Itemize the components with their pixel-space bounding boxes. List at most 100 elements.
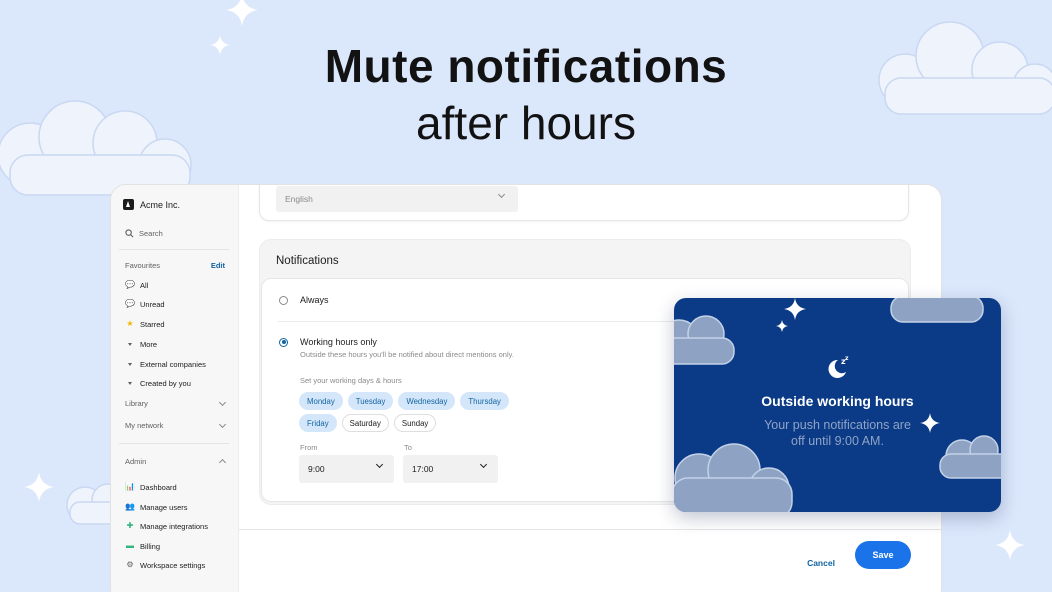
- star-icon: ★: [126, 319, 134, 328]
- save-button[interactable]: Save: [855, 541, 911, 569]
- sidebar-item-label: Manage users: [140, 502, 188, 512]
- sidebar-item-label: Billing: [140, 541, 161, 551]
- divider: [119, 249, 229, 250]
- sidebar-item-billing[interactable]: ▬ Billing: [125, 541, 160, 551]
- day-chip-friday[interactable]: Friday: [299, 414, 337, 432]
- users-icon: 👥: [125, 502, 135, 511]
- option-working-hours[interactable]: Working hours only: [279, 337, 377, 347]
- favourites-label: Favourites: [125, 261, 161, 270]
- day-chip-thursday[interactable]: Thursday: [460, 392, 509, 410]
- from-time-select[interactable]: 9:00: [299, 455, 394, 483]
- sparkle-icon: [784, 298, 806, 320]
- sidebar-item-label: All: [140, 280, 149, 290]
- day-chip-tuesday[interactable]: Tuesday: [347, 392, 394, 410]
- footer-bar: Cancel Save: [239, 529, 941, 592]
- day-chip-wednesday[interactable]: Wednesday: [398, 392, 456, 410]
- admin-section[interactable]: Admin: [125, 457, 227, 467]
- chevron-down-icon: [375, 460, 384, 469]
- sidebar-item-label: Created by you: [140, 378, 191, 388]
- sparkle-icon: [24, 472, 54, 502]
- sidebar-item-label: External companies: [140, 359, 206, 369]
- sidebar-item-more[interactable]: More: [125, 339, 157, 349]
- chevron-up-icon: [218, 458, 227, 467]
- sidebar-item-manage-integrations[interactable]: ✚ Manage integrations: [125, 521, 208, 531]
- hero-subtitle: after hours: [416, 97, 636, 149]
- radio-button[interactable]: [279, 295, 288, 305]
- speech-bubble-icon: 💬: [125, 299, 135, 308]
- speech-bubble-icon: 💬: [125, 280, 135, 289]
- from-label: From: [300, 443, 318, 452]
- language-value: English: [285, 194, 313, 204]
- chevron-down-icon: [218, 398, 227, 406]
- day-chip-saturday[interactable]: Saturday: [341, 414, 389, 432]
- admin-label: Admin: [125, 457, 147, 466]
- workspace-name: Acme Inc.: [140, 199, 181, 210]
- moon-sleep-icon: z z: [828, 355, 849, 378]
- sidebar-item-manage-users[interactable]: 👥 Manage users: [125, 502, 188, 512]
- hero-title: Mute notifications: [324, 40, 728, 92]
- sidebar-item-label: Starred: [140, 319, 165, 329]
- chevron-down-icon: [497, 190, 506, 199]
- option-always[interactable]: Always: [279, 295, 329, 305]
- to-time-value: 17:00: [412, 464, 434, 474]
- sidebar-item-label: Unread: [140, 299, 165, 309]
- sidebar-item-label: Workspace settings: [140, 560, 206, 570]
- cloud-decoration: [674, 443, 793, 512]
- language-card: English: [259, 185, 909, 221]
- my-network-label: My network: [125, 421, 164, 430]
- sidebar-item-dashboard[interactable]: 📊 Dashboard: [125, 482, 177, 492]
- workspace-switcher[interactable]: Acme Inc.: [123, 199, 180, 210]
- option-always-label: Always: [300, 295, 329, 305]
- day-chip-monday[interactable]: Monday: [299, 392, 343, 410]
- search-label: Search: [139, 229, 163, 238]
- sparkle-icon: [226, 0, 258, 26]
- cancel-button[interactable]: Cancel: [795, 550, 847, 576]
- sidebar-item-created-by-you[interactable]: Created by you: [125, 378, 191, 388]
- hero-heading: Mute notifications after hours: [0, 38, 1052, 152]
- sidebar-item-all[interactable]: 💬 All: [125, 280, 148, 290]
- sidebar-item-label: Dashboard: [140, 482, 177, 492]
- sparkle-icon: [995, 530, 1025, 560]
- popup-subtitle: Your push notifications are off until 9:…: [764, 418, 911, 448]
- sidebar-item-external-companies[interactable]: External companies: [125, 359, 206, 369]
- caret-down-icon: [125, 339, 135, 349]
- caret-down-icon: [125, 378, 135, 388]
- notifications-title: Notifications: [276, 255, 339, 267]
- sidebar-item-starred[interactable]: ★ Starred: [125, 319, 165, 329]
- gear-icon: ⚙: [126, 560, 134, 569]
- favourites-edit-link[interactable]: Edit: [211, 261, 225, 270]
- bar-chart-icon: 📊: [125, 482, 135, 491]
- search-icon: [125, 229, 134, 238]
- my-network-section[interactable]: My network: [125, 420, 227, 430]
- sidebar-item-label: More: [140, 339, 158, 349]
- sparkle-icon: [776, 320, 788, 332]
- money-icon: ▬: [126, 541, 134, 550]
- from-time-value: 9:00: [308, 464, 325, 474]
- svg-text:z: z: [845, 355, 849, 362]
- puzzle-icon: ✚: [126, 521, 134, 530]
- popup-title: Outside working hours: [761, 393, 914, 409]
- cloud-decoration: [890, 298, 984, 323]
- radio-button[interactable]: [279, 337, 288, 347]
- cloud-decoration: [674, 315, 735, 365]
- workspace-logo-icon: [123, 199, 134, 210]
- library-section[interactable]: Library: [125, 398, 227, 408]
- outside-hours-card: z z Outside working hours Your push noti…: [674, 298, 1001, 512]
- to-time-select[interactable]: 17:00: [403, 455, 498, 483]
- library-label: Library: [125, 399, 148, 408]
- caret-down-icon: [125, 359, 135, 369]
- day-chips: Monday Tuesday Wednesday Thursday Friday…: [299, 392, 509, 432]
- sidebar-item-label: Manage integrations: [140, 521, 208, 531]
- sidebar-item-workspace-settings[interactable]: ⚙ Workspace settings: [125, 560, 205, 570]
- days-label: Set your working days & hours: [300, 376, 402, 385]
- option-working-label: Working hours only: [300, 337, 377, 347]
- sidebar-item-unread[interactable]: 💬 Unread: [125, 299, 165, 309]
- chevron-down-icon: [218, 420, 227, 428]
- chevron-down-icon: [479, 460, 488, 469]
- working-hours-hint: Outside these hours you'll be notified a…: [300, 350, 514, 359]
- divider: [119, 443, 229, 444]
- sidebar: Acme Inc. Search Favourites Edit 💬 All 💬…: [111, 185, 238, 592]
- language-select[interactable]: English: [276, 186, 518, 212]
- sidebar-search[interactable]: Search: [125, 229, 163, 238]
- day-chip-sunday[interactable]: Sunday: [393, 414, 437, 432]
